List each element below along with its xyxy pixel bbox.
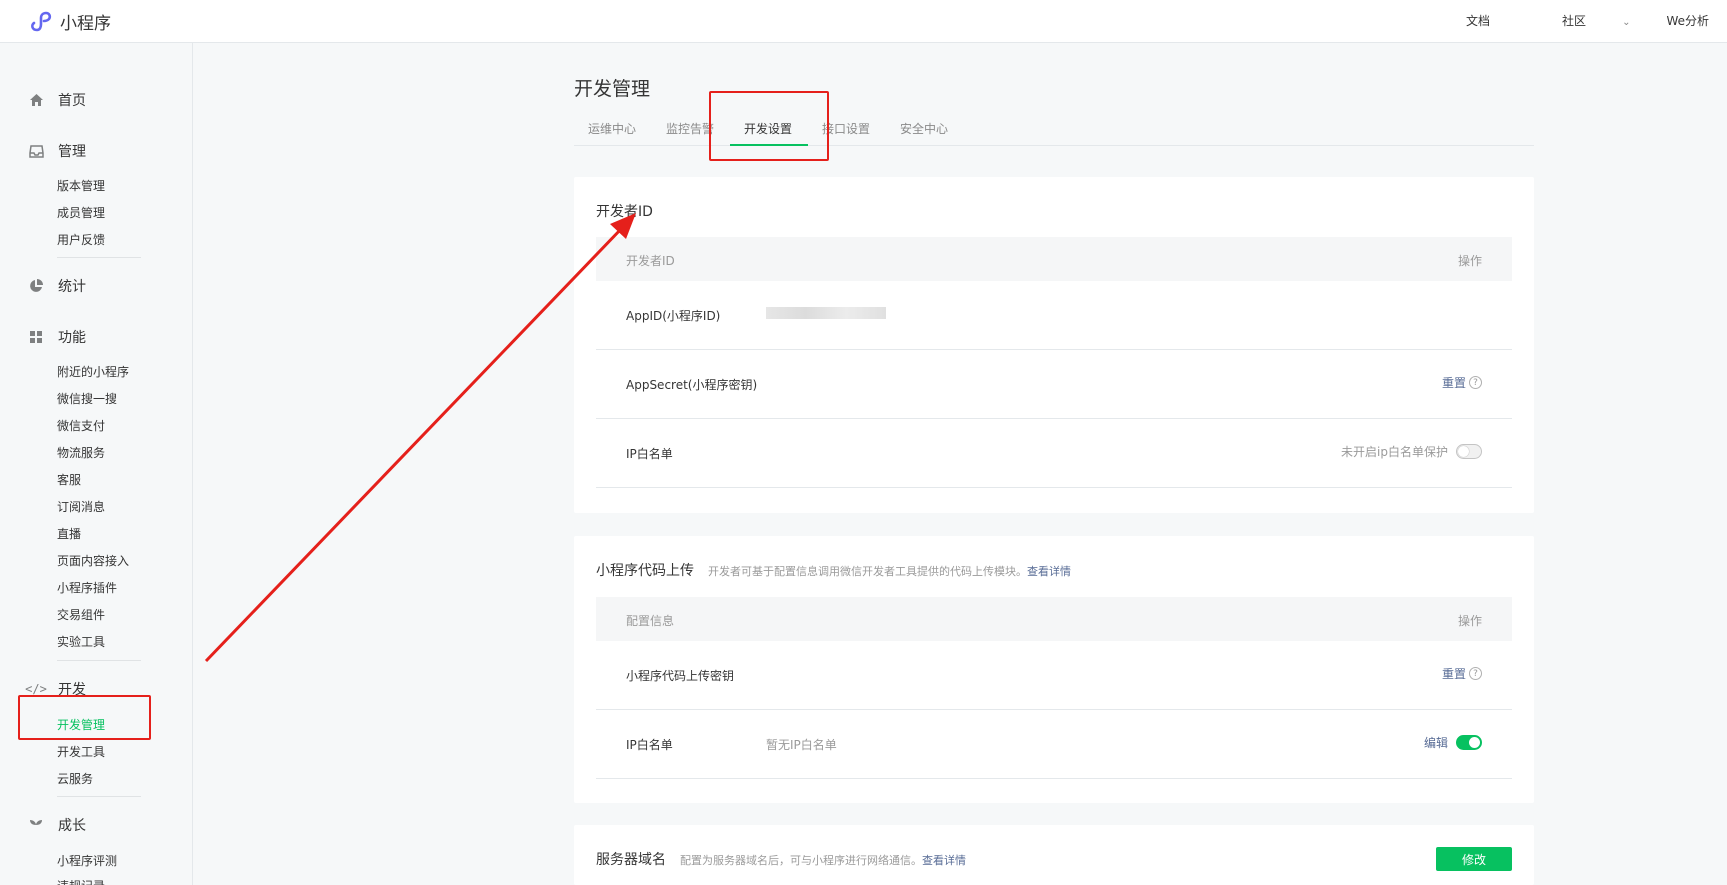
sprout-icon xyxy=(28,817,44,833)
app-title: 小程序 xyxy=(60,13,111,34)
appid-value-redacted xyxy=(766,307,886,319)
sidebar-item-nearby[interactable]: 附近的小程序 xyxy=(57,363,129,380)
sidebar-label-growth: 成长 xyxy=(58,818,86,834)
server-domain-header: 服务器域名 配置为服务器域名后，可与小程序进行网络通信。查看详情 xyxy=(596,849,966,869)
ip-whitelist-label: IP白名单 xyxy=(626,447,673,461)
code-upload-table-header: 配置信息 操作 xyxy=(596,597,1512,641)
analytics-link[interactable]: We分析 xyxy=(1666,12,1709,29)
upload-key-row: 小程序代码上传密钥 重置 ? xyxy=(596,641,1512,710)
sidebar-item-search[interactable]: 微信搜一搜 xyxy=(57,390,117,407)
help-icon[interactable]: ? xyxy=(1469,376,1482,389)
sidebar-divider xyxy=(57,660,141,661)
code-upload-detail-link[interactable]: 查看详情 xyxy=(1027,565,1071,578)
sidebar-item-dev-tools[interactable]: 开发工具 xyxy=(57,743,105,760)
sidebar-divider xyxy=(57,796,141,797)
sidebar-group-growth[interactable]: 成长 xyxy=(28,815,86,835)
upload-key-reset-link[interactable]: 重置 xyxy=(1442,665,1466,682)
sidebar-item-logistics[interactable]: 物流服务 xyxy=(57,444,105,461)
col-actions: 操作 xyxy=(1457,254,1482,268)
pie-chart-icon xyxy=(28,278,44,294)
col-developer-id: 开发者ID xyxy=(626,254,675,268)
sidebar-item-live[interactable]: 直播 xyxy=(57,525,81,542)
ip-protection-toggle[interactable] xyxy=(1456,444,1482,459)
sidebar-item-version[interactable]: 版本管理 xyxy=(57,177,105,194)
tab-security[interactable]: 安全中心 xyxy=(900,120,948,137)
code-upload-card: 小程序代码上传 开发者可基于配置信息调用微信开发者工具提供的代码上传模块。查看详情… xyxy=(574,536,1534,803)
modify-button[interactable]: 修改 xyxy=(1436,847,1512,871)
annotation-box-sidebar xyxy=(18,695,151,740)
sidebar-label-stats: 统计 xyxy=(58,279,86,295)
appid-row: AppID(小程序ID) xyxy=(596,281,1512,350)
sidebar-item-violations[interactable]: 违规记录 xyxy=(57,877,105,885)
top-bar: 小程序 文档 社区 ⌄ We分析 xyxy=(0,0,1727,43)
appsecret-reset-link[interactable]: 重置 xyxy=(1442,374,1466,391)
annotation-box-tab xyxy=(709,91,829,161)
sidebar-label-manage: 管理 xyxy=(58,144,86,160)
tab-api-settings[interactable]: 接口设置 xyxy=(822,120,870,137)
sidebar-item-feedback[interactable]: 用户反馈 xyxy=(57,231,105,248)
server-domain-title: 服务器域名 xyxy=(596,852,666,868)
sidebar-item-service[interactable]: 客服 xyxy=(57,471,81,488)
sidebar-item-content[interactable]: 页面内容接入 xyxy=(57,552,129,569)
appsecret-row: AppSecret(小程序密钥) 重置 ? xyxy=(596,350,1512,419)
server-domain-desc-text: 配置为服务器域名后，可与小程序进行网络通信。 xyxy=(680,854,922,867)
inbox-icon xyxy=(28,143,44,159)
developer-id-card: 开发者ID 开发者ID 操作 AppID(小程序ID) AppSecret(小程… xyxy=(574,177,1534,513)
sidebar-item-cloud[interactable]: 云服务 xyxy=(57,770,93,787)
tab-ops[interactable]: 运维中心 xyxy=(588,120,636,137)
community-label: 社区 xyxy=(1562,14,1587,28)
sidebar-item-lab[interactable]: 实验工具 xyxy=(57,633,105,650)
chevron-down-icon: ⌄ xyxy=(1622,17,1631,28)
developer-id-title: 开发者ID xyxy=(596,204,653,220)
top-nav: 文档 社区 ⌄ We分析 xyxy=(1430,12,1709,29)
home-icon xyxy=(28,92,44,108)
col-config: 配置信息 xyxy=(626,614,675,628)
sidebar-label-features: 功能 xyxy=(58,330,86,346)
server-domain-detail-link[interactable]: 查看详情 xyxy=(922,854,966,867)
upload-ip-toggle[interactable] xyxy=(1456,735,1482,750)
sidebar-item-home[interactable]: 首页 xyxy=(28,90,86,110)
appsecret-actions: 重置 ? xyxy=(1442,374,1482,391)
tab-monitor[interactable]: 监控告警 xyxy=(666,120,714,137)
upload-ip-actions: 编辑 xyxy=(1424,734,1482,751)
sidebar-item-plugins[interactable]: 小程序插件 xyxy=(57,579,117,596)
ip-whitelist-actions: 未开启ip白名单保护 xyxy=(1341,443,1482,460)
server-domain-desc: 配置为服务器域名后，可与小程序进行网络通信。查看详情 xyxy=(680,854,966,867)
ip-protection-status: 未开启ip白名单保护 xyxy=(1341,445,1448,459)
sidebar-item-review[interactable]: 小程序评测 xyxy=(57,852,117,869)
server-domain-card: 服务器域名 配置为服务器域名后，可与小程序进行网络通信。查看详情 修改 xyxy=(574,825,1534,885)
sidebar-divider xyxy=(57,257,141,258)
sidebar-item-stats[interactable]: 统计 xyxy=(28,276,86,296)
docs-link[interactable]: 文档 xyxy=(1466,12,1490,29)
sidebar-item-members[interactable]: 成员管理 xyxy=(57,204,105,221)
appsecret-label: AppSecret(小程序密钥) xyxy=(626,378,758,392)
appid-label: AppID(小程序ID) xyxy=(626,309,721,323)
logo[interactable]: 小程序 xyxy=(28,8,111,34)
community-menu[interactable]: 社区 ⌄ xyxy=(1526,12,1630,29)
sidebar-item-subscribe[interactable]: 订阅消息 xyxy=(57,498,105,515)
sidebar-item-trade[interactable]: 交易组件 xyxy=(57,606,105,623)
code-upload-title: 小程序代码上传 xyxy=(596,563,694,579)
code-upload-desc: 开发者可基于配置信息调用微信开发者工具提供的代码上传模块。查看详情 xyxy=(708,565,1071,578)
upload-ip-edit-link[interactable]: 编辑 xyxy=(1424,734,1448,751)
page-title: 开发管理 xyxy=(574,78,651,100)
developer-id-table-header: 开发者ID 操作 xyxy=(596,237,1512,281)
upload-ip-label: IP白名单 xyxy=(626,738,673,752)
help-icon[interactable]: ? xyxy=(1469,667,1482,680)
sidebar-label-home: 首页 xyxy=(58,93,86,109)
upload-ip-value: 暂无IP白名单 xyxy=(766,738,837,752)
col-actions: 操作 xyxy=(1457,614,1482,628)
upload-key-actions: 重置 ? xyxy=(1442,665,1482,682)
code-upload-desc-text: 开发者可基于配置信息调用微信开发者工具提供的代码上传模块。 xyxy=(708,565,1027,578)
ip-whitelist-row: IP白名单 未开启ip白名单保护 xyxy=(596,419,1512,488)
code-upload-header: 小程序代码上传 开发者可基于配置信息调用微信开发者工具提供的代码上传模块。查看详情 xyxy=(596,560,1071,580)
sidebar-group-manage[interactable]: 管理 xyxy=(28,141,86,161)
upload-key-label: 小程序代码上传密钥 xyxy=(626,669,735,683)
upload-ip-row: IP白名单 暂无IP白名单 编辑 xyxy=(596,710,1512,779)
sidebar-item-pay[interactable]: 微信支付 xyxy=(57,417,105,434)
sidebar-group-features[interactable]: 功能 xyxy=(28,327,86,347)
grid-icon xyxy=(28,329,44,345)
mini-program-logo-icon xyxy=(31,11,52,32)
